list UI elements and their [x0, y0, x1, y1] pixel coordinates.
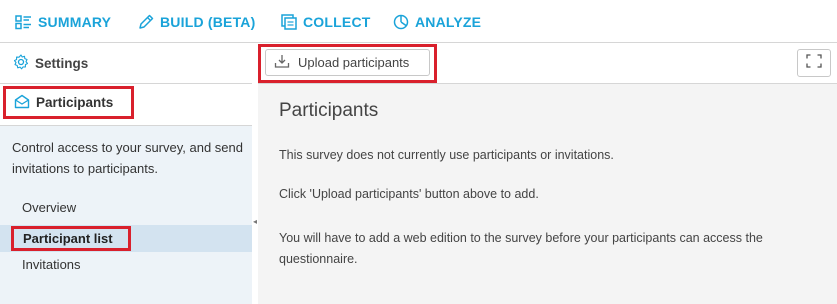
- nav-analyze-label: ANALYZE: [415, 14, 482, 30]
- sidebar-panel: Control access to your survey, and send …: [0, 126, 252, 304]
- nav-build-label: BUILD (BETA): [160, 14, 256, 30]
- fullscreen-button[interactable]: [797, 49, 831, 77]
- info-text-2: Click 'Upload participants' button above…: [279, 187, 539, 201]
- sidebar-link-overview[interactable]: Overview: [22, 200, 76, 215]
- analyze-icon: [393, 14, 409, 30]
- sidebar-link-participant-list[interactable]: Participant list: [11, 226, 131, 251]
- sidebar-item-participants[interactable]: Participants: [3, 86, 134, 119]
- sidebar-settings-label: Settings: [35, 55, 89, 71]
- sidebar-link-invitations[interactable]: Invitations: [22, 257, 81, 272]
- info-text-1: This survey does not currently use parti…: [279, 148, 614, 162]
- upload-icon: [274, 53, 290, 72]
- nav-analyze[interactable]: ANALYZE: [393, 14, 481, 30]
- pencil-icon: [138, 14, 154, 30]
- toolbar: Upload participants: [258, 43, 837, 84]
- nav-summary[interactable]: SUMMARY: [15, 14, 111, 30]
- fullscreen-icon: [806, 53, 822, 73]
- nav-summary-label: SUMMARY: [38, 14, 112, 30]
- collect-icon: [281, 14, 297, 30]
- envelope-icon: [14, 94, 30, 112]
- sidebar-description: Control access to your survey, and send …: [12, 140, 243, 176]
- sidebar-section-participants: Participants: [0, 84, 252, 126]
- info-text-3: You will have to add a web edition to th…: [279, 231, 763, 266]
- top-nav: SUMMARY BUILD (BETA) COLLECT ANALYZE: [0, 0, 837, 43]
- nav-build[interactable]: BUILD (BETA): [138, 14, 255, 30]
- gear-icon: [13, 53, 29, 73]
- upload-participants-label: Upload participants: [298, 55, 410, 70]
- nav-collect-label: COLLECT: [303, 14, 371, 30]
- sidebar: Settings Participants Control access to …: [0, 43, 252, 304]
- page-title: Participants: [279, 100, 379, 121]
- summary-icon: [15, 14, 32, 30]
- sidebar-participants-label: Participants: [36, 95, 114, 110]
- main-content: Participants This survey does not curren…: [258, 84, 837, 304]
- sidebar-item-settings[interactable]: Settings: [0, 43, 252, 84]
- nav-collect[interactable]: COLLECT: [281, 14, 371, 30]
- upload-participants-button[interactable]: Upload participants: [265, 49, 430, 76]
